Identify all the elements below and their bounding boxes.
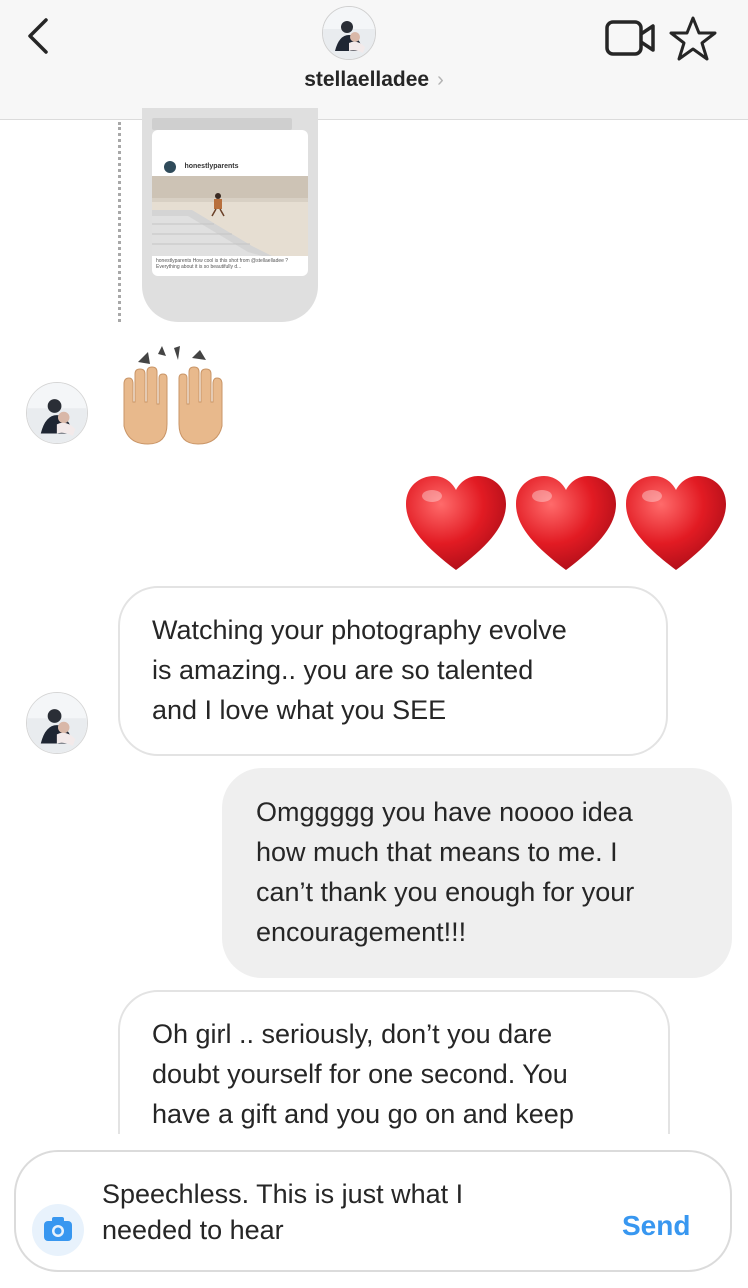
camera-button[interactable] bbox=[32, 1204, 84, 1256]
message-text: Oh girl .. seriously, don’t you dare dou… bbox=[152, 1019, 574, 1129]
message-composer[interactable]: Speechless. This is just what I needed t… bbox=[14, 1150, 732, 1272]
camera-icon bbox=[44, 1217, 72, 1241]
message-clip: Oh girl .. seriously, don’t you dare dou… bbox=[0, 0, 748, 1134]
send-button[interactable]: Send bbox=[622, 1210, 690, 1242]
message-input[interactable]: Speechless. This is just what I needed t… bbox=[102, 1176, 572, 1248]
incoming-message-bubble[interactable]: Oh girl .. seriously, don’t you dare dou… bbox=[118, 990, 670, 1134]
